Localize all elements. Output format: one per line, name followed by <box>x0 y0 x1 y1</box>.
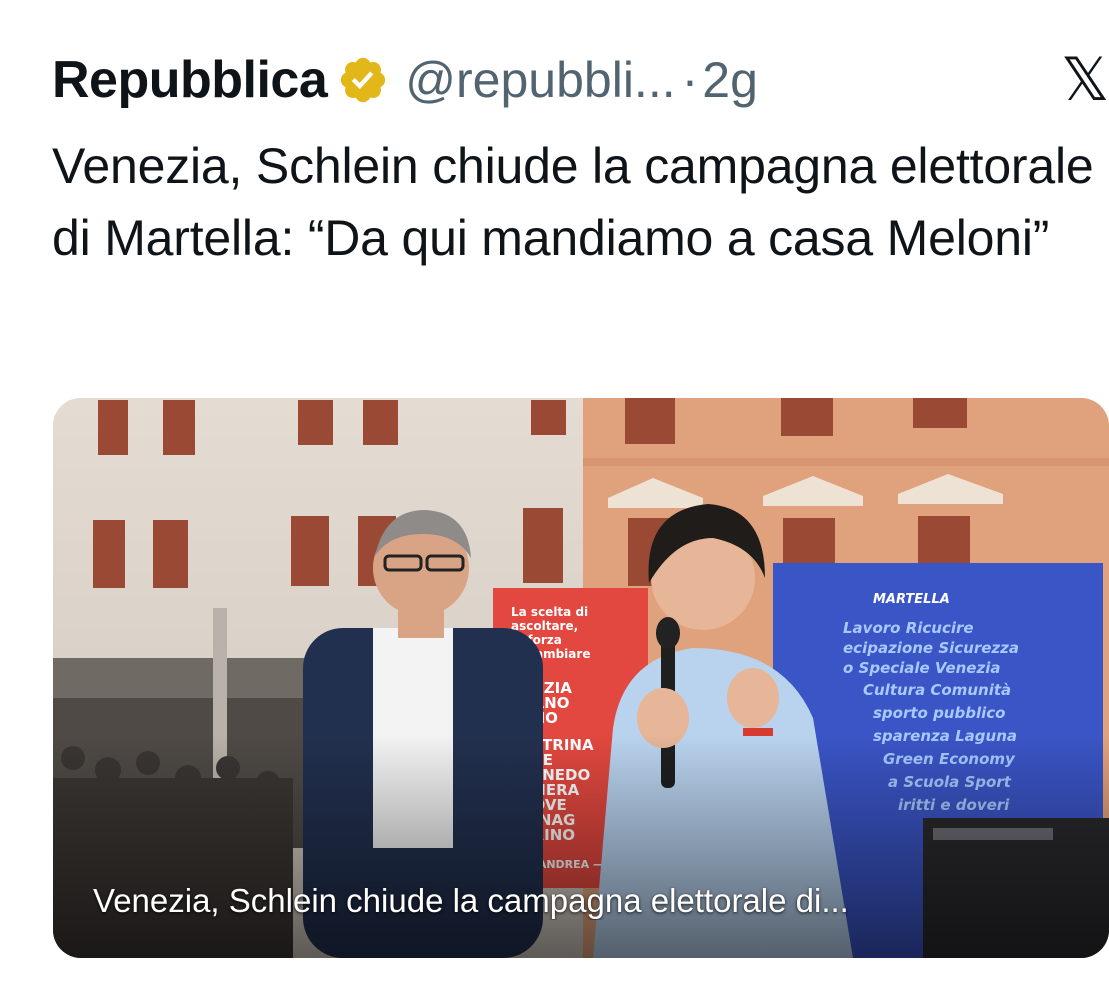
card-caption: Venezia, Schlein chiude la campagna elet… <box>93 882 849 919</box>
separator-dot: · <box>681 52 699 108</box>
verified-badge-icon <box>337 54 389 106</box>
post-header: Repubblica @repubbli... · 2g 𝕏 <box>52 44 1109 116</box>
card-photo: La scelta di ascoltare, la forza di camb… <box>53 398 1109 958</box>
link-card[interactable]: La scelta di ascoltare, la forza di camb… <box>53 398 1109 958</box>
post-text: Venezia, Schlein chiude la campagna elet… <box>52 138 1094 266</box>
post-time[interactable]: 2g <box>702 51 758 109</box>
x-logo-icon[interactable]: 𝕏 <box>1061 54 1109 106</box>
author-name[interactable]: Repubblica <box>52 50 328 110</box>
author-handle[interactable]: @repubbli... <box>405 51 675 109</box>
